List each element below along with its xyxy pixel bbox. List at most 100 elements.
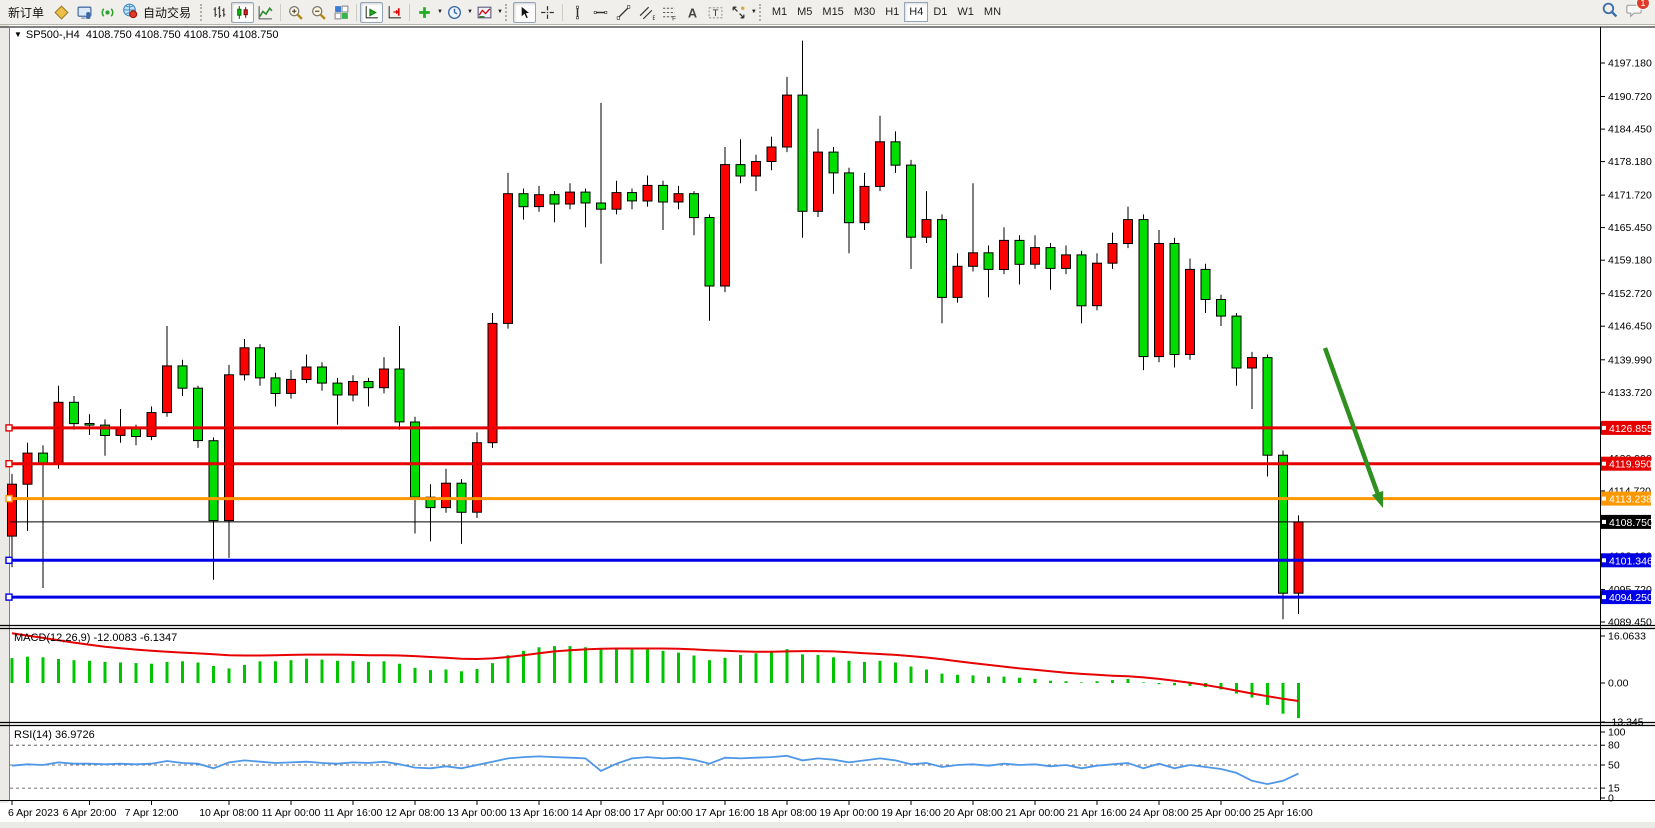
timeframe-H1[interactable]: H1 [880, 2, 904, 22]
horizontal-line-icon[interactable] [589, 2, 612, 23]
tile-windows-icon[interactable] [330, 2, 353, 23]
ohlc-bars-icon[interactable] [208, 2, 231, 23]
cursor-icon[interactable] [513, 2, 536, 23]
toolbar-grip [759, 4, 763, 21]
svg-text:F: F [672, 15, 676, 21]
auto-scroll-icon[interactable] [360, 2, 383, 23]
svg-text:24 Apr 08:00: 24 Apr 08:00 [1129, 807, 1189, 819]
svg-text:4126.855: 4126.855 [1609, 423, 1653, 435]
svg-text:17 Apr 00:00: 17 Apr 00:00 [633, 807, 693, 819]
svg-text:4178.180: 4178.180 [1608, 156, 1652, 168]
svg-text:11 Apr 16:00: 11 Apr 16:00 [324, 807, 383, 819]
line-chart-icon[interactable] [254, 2, 277, 23]
svg-text:4101.346: 4101.346 [1609, 555, 1653, 567]
separator [562, 4, 563, 21]
svg-text:17 Apr 16:00: 17 Apr 16:00 [695, 807, 755, 819]
gold-diamond-icon[interactable] [50, 2, 73, 23]
svg-text:13 Apr 16:00: 13 Apr 16:00 [509, 807, 569, 819]
fibonacci-icon[interactable]: F [658, 2, 681, 23]
svg-text:19 Apr 00:00: 19 Apr 00:00 [819, 807, 879, 819]
notification-badge: 1 [1636, 0, 1650, 10]
svg-text:25 Apr 00:00: 25 Apr 00:00 [1191, 807, 1251, 819]
timeframe-M1[interactable]: M1 [767, 2, 792, 22]
timeframe-M5[interactable]: M5 [792, 2, 817, 22]
trendline-icon[interactable] [612, 2, 635, 23]
template-icon[interactable] [473, 2, 496, 23]
crosshair-icon[interactable] [536, 2, 559, 23]
svg-text:4119.950: 4119.950 [1609, 459, 1652, 471]
svg-text:10 Apr 08:00: 10 Apr 08:00 [199, 807, 259, 819]
globe-icon [121, 2, 138, 22]
macd-indicator-label: MACD(12,26,9) -12.0083 -6.1347 [14, 632, 177, 644]
svg-text:-13.345: -13.345 [1608, 717, 1644, 729]
rsi-indicator-label: RSI(14) 36.9726 [14, 729, 95, 741]
zoom-out-icon[interactable] [307, 2, 330, 23]
notifications-chat-icon[interactable]: 1 [1626, 1, 1643, 23]
svg-text:4089.450: 4089.450 [1608, 617, 1652, 629]
svg-text:A: A [688, 5, 697, 20]
svg-text:4152.720: 4152.720 [1608, 288, 1652, 300]
arrows-caret-icon[interactable]: ▼ [751, 9, 757, 15]
arrows-tool-icon[interactable] [727, 2, 750, 23]
svg-text:0: 0 [1608, 793, 1614, 805]
svg-text:14 Apr 08:00: 14 Apr 08:00 [571, 807, 631, 819]
svg-text:7 Apr 12:00: 7 Apr 12:00 [125, 807, 179, 819]
svg-text:11 Apr 00:00: 11 Apr 00:00 [262, 807, 321, 819]
signal-icon[interactable] [96, 2, 119, 23]
svg-text:20 Apr 08:00: 20 Apr 08:00 [943, 807, 1003, 819]
text-label-icon[interactable]: T [704, 2, 727, 23]
svg-text:21 Apr 16:00: 21 Apr 16:00 [1067, 807, 1127, 819]
collapse-triangle-icon[interactable]: ▼ [14, 30, 22, 39]
svg-text:19 Apr 16:00: 19 Apr 16:00 [881, 807, 941, 819]
svg-text:80: 80 [1608, 740, 1620, 752]
chart-shift-icon[interactable] [383, 2, 406, 23]
toolbar-grip [505, 4, 509, 21]
timeframe-M30[interactable]: M30 [849, 2, 880, 22]
equidistant-channel-icon[interactable]: E [635, 2, 658, 23]
new-order-button[interactable]: 新订单 [2, 2, 50, 23]
ohlc-values: 4108.750 4108.750 4108.750 4108.750 [86, 29, 279, 41]
vertical-line-icon[interactable] [566, 2, 589, 23]
chart-title: ▼ SP500-,H4 4108.750 4108.750 4108.750 41… [14, 29, 279, 41]
svg-text:4146.450: 4146.450 [1608, 321, 1652, 333]
main-toolbar: 新订单 自动交易 ▼ ▼ ▼ E F A T ▼ M [0, 0, 1655, 25]
svg-text:4133.720: 4133.720 [1608, 387, 1652, 399]
separator [409, 4, 410, 21]
timeframe-W1[interactable]: W1 [952, 2, 979, 22]
svg-text:13 Apr 00:00: 13 Apr 00:00 [447, 807, 507, 819]
svg-text:4113.238: 4113.238 [1609, 494, 1652, 506]
svg-text:4197.180: 4197.180 [1608, 58, 1652, 70]
chart-area[interactable]: ▼ SP500-,H4 4108.750 4108.750 4108.750 41… [0, 25, 1655, 828]
svg-text:0.00: 0.00 [1608, 678, 1629, 690]
svg-text:50: 50 [1608, 760, 1620, 772]
timeframe-D1[interactable]: D1 [928, 2, 952, 22]
svg-text:4171.720: 4171.720 [1608, 190, 1652, 202]
svg-text:16.0633: 16.0633 [1608, 631, 1646, 643]
trading-terminal-window: { "window": { "badge_count": "1" }, "too… [0, 0, 1655, 828]
search-icon[interactable] [1601, 1, 1618, 23]
svg-text:4108.750: 4108.750 [1609, 517, 1653, 529]
svg-text:4165.450: 4165.450 [1608, 222, 1652, 234]
svg-text:6 Apr 20:00: 6 Apr 20:00 [63, 807, 117, 819]
svg-text:4190.720: 4190.720 [1608, 91, 1652, 103]
text-tool-icon[interactable]: A [681, 2, 704, 23]
timeframe-MN[interactable]: MN [979, 2, 1006, 22]
candlestick-chart-icon[interactable] [231, 2, 254, 23]
zoom-in-icon[interactable] [284, 2, 307, 23]
timeframe-H4[interactable]: H4 [904, 2, 928, 22]
svg-text:4184.450: 4184.450 [1608, 124, 1652, 136]
svg-text:4159.180: 4159.180 [1608, 255, 1652, 267]
separator [280, 4, 281, 21]
svg-text:4139.990: 4139.990 [1608, 354, 1652, 366]
price-chart-plot[interactable]: 4197.180 4190.720 4184.450 4178.180 4171.720… [0, 25, 1655, 828]
timeframe-M15[interactable]: M15 [817, 2, 848, 22]
auto-trading-button[interactable]: 自动交易 [119, 2, 198, 23]
template-caret-icon[interactable]: ▼ [497, 9, 503, 15]
symbol-period-label: SP500-,H4 [26, 29, 80, 41]
svg-text:21 Apr 00:00: 21 Apr 00:00 [1005, 807, 1065, 819]
svg-text:12 Apr 08:00: 12 Apr 08:00 [385, 807, 445, 819]
toolbar-grip [200, 4, 204, 21]
terminal-icon[interactable] [73, 2, 96, 23]
periods-clock-icon[interactable] [443, 2, 466, 23]
indicators-icon[interactable] [413, 2, 436, 23]
